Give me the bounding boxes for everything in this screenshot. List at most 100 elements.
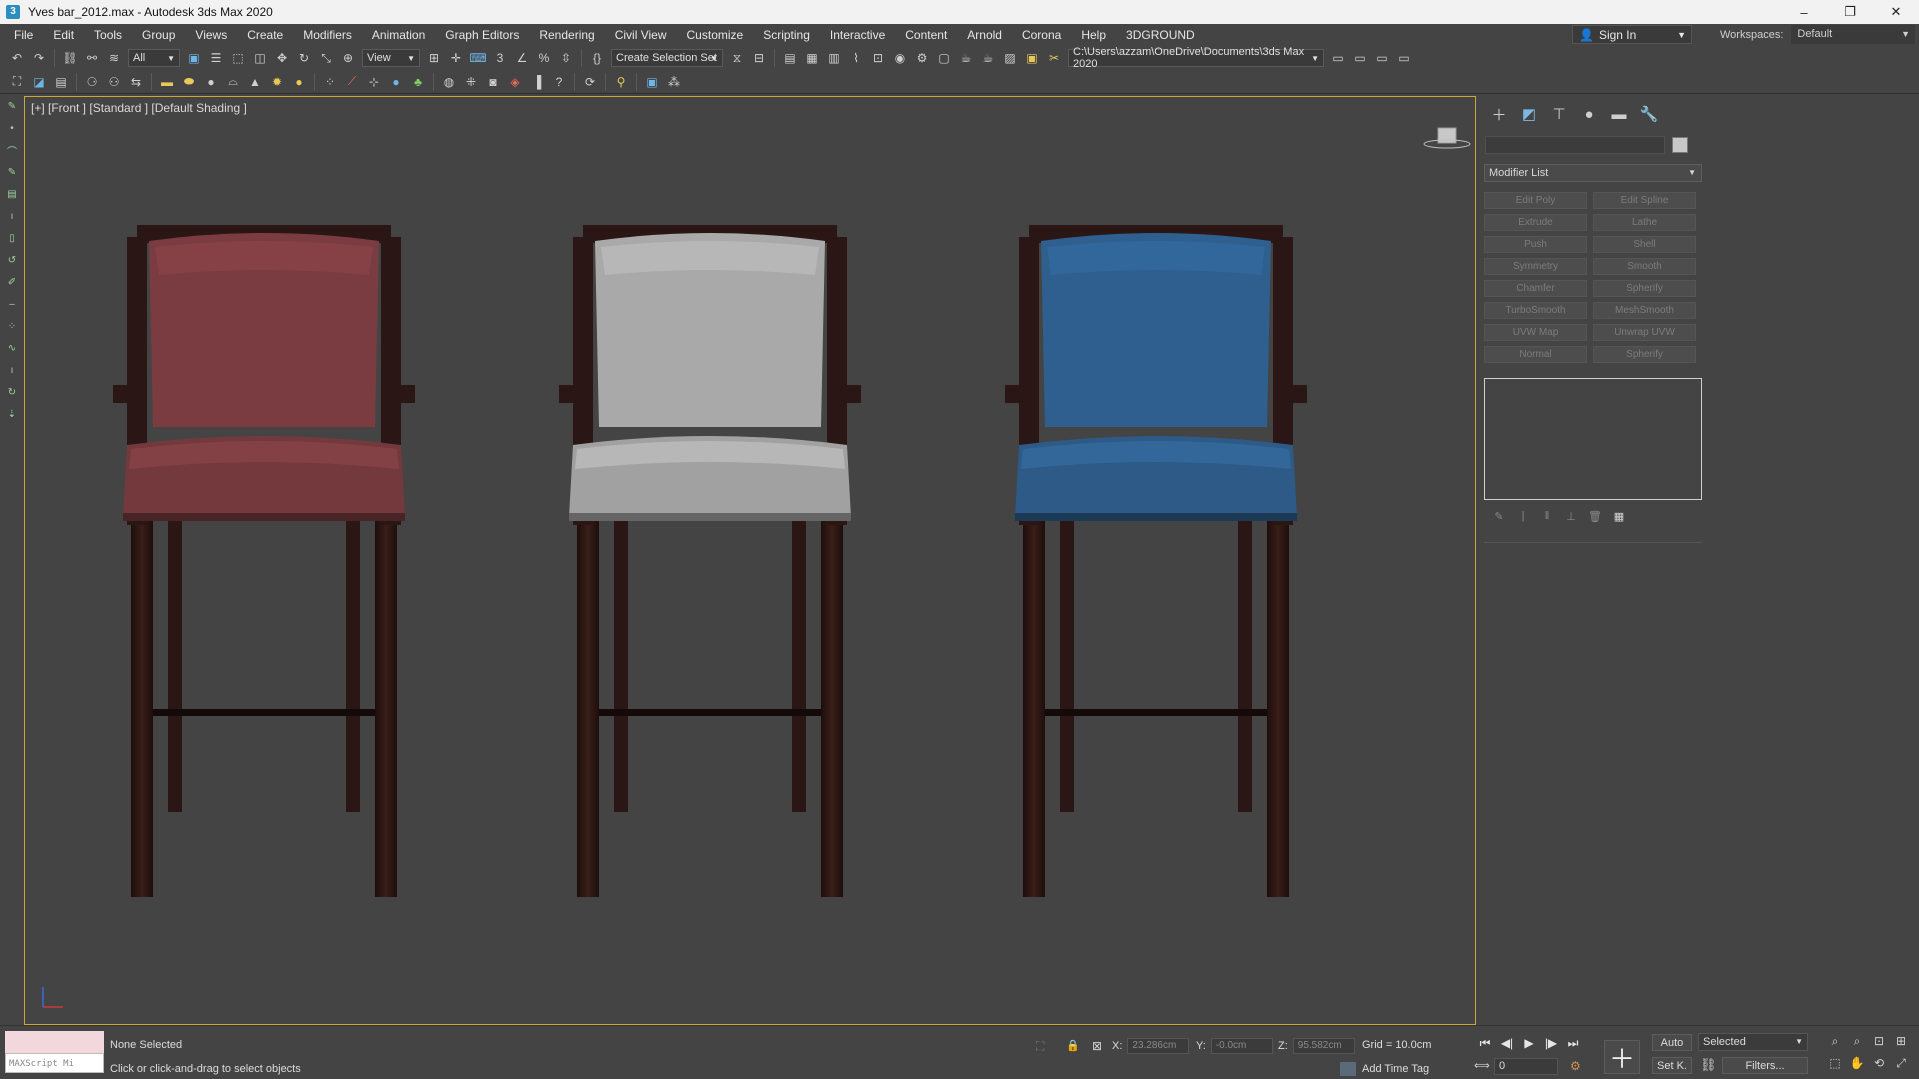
particle-icon[interactable]: ⁘ xyxy=(321,73,339,91)
xref-icon[interactable]: ⚇ xyxy=(105,73,123,91)
scissors-icon[interactable]: ✂ xyxy=(1045,49,1063,67)
snaps-toggle-icon[interactable]: 3 xyxy=(491,49,509,67)
zoom-all-icon[interactable]: ⌕ xyxy=(1846,1032,1868,1050)
z-field[interactable]: 95.582cm xyxy=(1292,1038,1355,1054)
object-name-field[interactable] xyxy=(1485,136,1665,154)
dash-icon[interactable]: – xyxy=(0,293,24,315)
previous-frame-icon[interactable]: ◀| xyxy=(1496,1034,1518,1052)
statistics-icon[interactable]: ▐ xyxy=(528,73,546,91)
modifier-spherify-button[interactable]: Spherify xyxy=(1593,280,1696,297)
loop-icon[interactable]: ↻ xyxy=(0,381,24,403)
close-button[interactable]: ✕ xyxy=(1873,0,1919,24)
mirror-icon[interactable]: ⧖ xyxy=(728,49,746,67)
go-to-start-icon[interactable]: ⏮ xyxy=(1474,1034,1496,1052)
object-color-swatch[interactable] xyxy=(1672,137,1688,153)
modifier-chamfer-button[interactable]: Chamfer xyxy=(1484,280,1587,297)
modifier-shell-button[interactable]: Shell xyxy=(1593,236,1696,253)
orbit-icon[interactable]: ⟲ xyxy=(1868,1054,1890,1072)
spinner-snap-icon[interactable]: ⇳ xyxy=(557,49,575,67)
menu-corona[interactable]: Corona xyxy=(1012,28,1071,42)
menu-help[interactable]: Help xyxy=(1071,28,1116,42)
key-mode-icon[interactable]: ⛓ xyxy=(1700,1057,1717,1073)
scene-explorer-icon[interactable]: ▤ xyxy=(781,49,799,67)
open-file-icon[interactable]: ⛶ xyxy=(8,73,26,91)
create-tab-icon[interactable]: ＋ xyxy=(1484,104,1514,124)
pin-stack-icon[interactable]: ✎ xyxy=(1490,508,1508,524)
select-by-name-icon[interactable]: ☰ xyxy=(207,49,225,67)
undo-icon[interactable]: ↶ xyxy=(8,49,26,67)
sphere-primitive-icon[interactable]: ● xyxy=(202,73,220,91)
save-project-icon[interactable]: ▭ xyxy=(1351,49,1369,67)
helper-icon[interactable]: ⊹ xyxy=(365,73,383,91)
y-field[interactable]: -0.0cm xyxy=(1210,1038,1273,1054)
list-icon[interactable]: ▤ xyxy=(52,73,70,91)
motion-tab-icon[interactable]: ● xyxy=(1574,104,1604,124)
menu-tools[interactable]: Tools xyxy=(84,28,132,42)
utilities-tab-icon[interactable]: 🔧 xyxy=(1634,104,1664,124)
maximize-viewport-icon[interactable]: ⤢ xyxy=(1890,1054,1912,1072)
front-viewport[interactable]: [+] [Front ] [Standard ] [Default Shadin… xyxy=(24,96,1476,1025)
modifier-turbosmooth-button[interactable]: TurboSmooth xyxy=(1484,302,1587,319)
select-object-icon[interactable]: ▣ xyxy=(185,49,203,67)
plane-primitive-icon[interactable]: ⬬ xyxy=(180,73,198,91)
bind-space-warp-icon[interactable]: ≋ xyxy=(105,49,123,67)
configure-modifier-sets-icon[interactable]: ▦ xyxy=(1610,508,1628,524)
rendered-frame-window-icon[interactable]: ▢ xyxy=(935,49,953,67)
menu-group[interactable]: Group xyxy=(132,28,185,42)
bend-icon[interactable]: ⌒ xyxy=(0,139,24,161)
redo-icon[interactable]: ↷ xyxy=(30,49,48,67)
project-path-dropdown[interactable]: C:\Users\azzam\OneDrive\Documents\3ds Ma… xyxy=(1068,46,1324,70)
teapot-primitive-icon[interactable]: ⌓ xyxy=(224,73,242,91)
place-icon[interactable]: ⊕ xyxy=(339,49,357,67)
menu-animation[interactable]: Animation xyxy=(362,28,435,42)
restore-button[interactable]: ❐ xyxy=(1827,0,1873,24)
maxscript-input[interactable]: MAXScript Mi xyxy=(5,1053,104,1073)
rotate-tool-icon[interactable]: ↺ xyxy=(0,249,24,271)
modifier-push-button[interactable]: Push xyxy=(1484,236,1587,253)
box-primitive-icon[interactable]: ▬ xyxy=(158,73,176,91)
menu-arnold[interactable]: Arnold xyxy=(957,28,1012,42)
time-configuration-icon[interactable]: ⚙ xyxy=(1570,1059,1581,1073)
brush-small-icon[interactable]: ı xyxy=(0,205,24,227)
menu-edit[interactable]: Edit xyxy=(43,28,84,42)
material-sphere-icon[interactable]: ◍ xyxy=(440,73,458,91)
reference-coordinate-dropdown[interactable]: View ▼ xyxy=(362,49,420,67)
dot-icon[interactable]: • xyxy=(0,117,24,139)
project-settings-icon[interactable]: ▭ xyxy=(1395,49,1413,67)
show-end-result-icon[interactable]: | xyxy=(1514,508,1532,524)
modifier-normal-button[interactable]: Normal xyxy=(1484,346,1587,363)
menu-scripting[interactable]: Scripting xyxy=(753,28,820,42)
curve-editor-icon[interactable]: ⌇ xyxy=(847,49,865,67)
display-tab-icon[interactable]: ▬ xyxy=(1604,104,1634,124)
play-icon[interactable]: ▶ xyxy=(1518,1034,1540,1052)
menu-customize[interactable]: Customize xyxy=(677,28,754,42)
rotate-icon[interactable]: ↻ xyxy=(295,49,313,67)
angle-snap-icon[interactable]: ∠ xyxy=(513,49,531,67)
render-setup-icon[interactable]: ⚙ xyxy=(913,49,931,67)
x-field[interactable]: 23.286cm xyxy=(1127,1038,1190,1054)
open-project-icon[interactable]: ▭ xyxy=(1329,49,1347,67)
viewport-label[interactable]: [+] [Front ] [Standard ] [Default Shadin… xyxy=(31,101,247,115)
modifier-meshsmooth-button[interactable]: MeshSmooth xyxy=(1593,302,1696,319)
pivot-center-icon[interactable]: ⊞ xyxy=(425,49,443,67)
menu-interactive[interactable]: Interactive xyxy=(820,28,895,42)
auto-key-button[interactable]: Auto xyxy=(1652,1034,1692,1051)
workspace-dropdown[interactable]: Default ▼ xyxy=(1791,25,1915,44)
spacewarp-icon[interactable]: ● xyxy=(387,73,405,91)
paint-brush-icon[interactable]: ✎ xyxy=(0,95,24,117)
help-icon[interactable]: ? xyxy=(550,73,568,91)
bones-icon[interactable]: ⟋ xyxy=(343,73,361,91)
keyboard-shortcut-override-icon[interactable]: ⌨ xyxy=(469,49,487,67)
isolate-icon[interactable]: ⇆ xyxy=(127,73,145,91)
page-icon[interactable]: ▯ xyxy=(0,227,24,249)
zoom-extents-icon[interactable]: ⊡ xyxy=(1868,1032,1890,1050)
viewcube-icon[interactable] xyxy=(1423,125,1471,151)
pin-icon[interactable]: ⚲ xyxy=(612,73,630,91)
link-icon[interactable]: ⛓ xyxy=(61,49,79,67)
add-time-tag-button[interactable]: Add Time Tag xyxy=(1340,1062,1429,1076)
lock-icon[interactable]: 🔒 xyxy=(1066,1039,1080,1052)
make-unique-icon[interactable]: ‖ xyxy=(1538,508,1556,524)
material-editor-icon[interactable]: ◉ xyxy=(891,49,909,67)
window-crossing-icon[interactable]: ◫ xyxy=(251,49,269,67)
modify-tab-icon[interactable]: ◩ xyxy=(1514,104,1544,124)
